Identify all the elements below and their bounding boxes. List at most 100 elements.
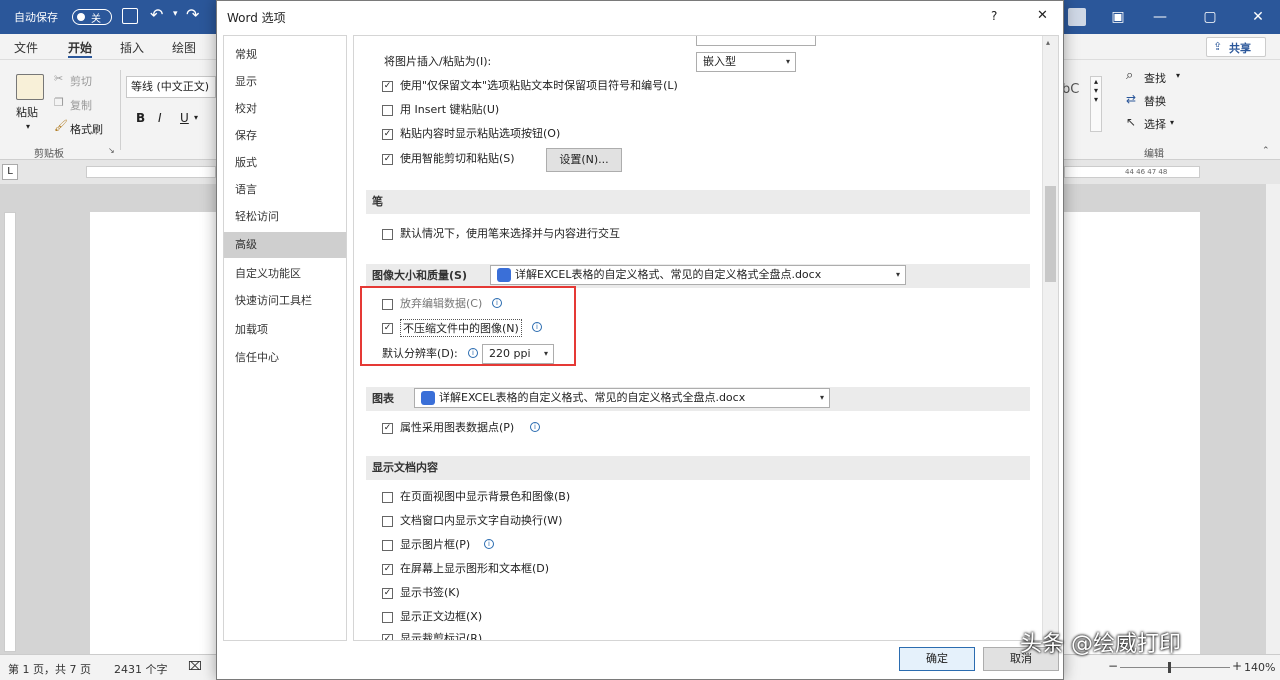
smart-cut-checkbox[interactable]: ✓	[382, 154, 393, 165]
info-icon: i	[484, 539, 494, 549]
scroll-thumb[interactable]	[1045, 186, 1056, 282]
tab-file[interactable]: 文件	[14, 39, 38, 56]
share-icon: ⇪	[1213, 40, 1223, 53]
no-compress-checkbox[interactable]: ✓	[382, 323, 393, 334]
tab-home[interactable]: 开始	[68, 39, 93, 58]
keep-bullets-checkbox[interactable]: ✓	[382, 81, 393, 92]
chart-props-checkbox[interactable]: ✓	[382, 423, 393, 434]
copy-label[interactable]: 复制	[70, 97, 92, 113]
underline-dropdown-icon[interactable]: ▾	[194, 113, 198, 122]
insert-key-checkbox[interactable]	[382, 105, 393, 116]
cut-off-combo[interactable]	[696, 36, 816, 46]
zoom-slider[interactable]	[1120, 667, 1230, 668]
zoom-thumb[interactable]	[1168, 662, 1171, 673]
ok-button[interactable]: 确定	[899, 647, 975, 671]
zoom-level[interactable]: 140%	[1244, 661, 1275, 674]
zoom-out-icon[interactable]: −	[1108, 659, 1118, 673]
select-label[interactable]: 选择	[1144, 116, 1166, 132]
crop-marks-checkbox[interactable]: ✓	[382, 634, 393, 640]
format-painter-icon[interactable]: 🖌	[54, 119, 68, 132]
paste-dropdown-icon[interactable]: ▾	[26, 122, 30, 131]
scroll-up-icon[interactable]: ▴	[1046, 38, 1050, 47]
redo-icon[interactable]: ↷	[186, 5, 199, 24]
clipboard-launcher-icon[interactable]: ↘	[108, 146, 115, 155]
cut-icon[interactable]: ✂	[54, 72, 63, 85]
font-name-combo[interactable]: 等线 (中文正文)	[126, 76, 216, 98]
cut-label[interactable]: 剪切	[70, 73, 92, 89]
find-icon[interactable]: ⌕	[1126, 68, 1133, 83]
close-window-icon[interactable]: ✕	[1248, 7, 1268, 27]
restore-icon[interactable]: ▢	[1200, 7, 1220, 27]
resolution-combo[interactable]: 220 ppi ▾	[482, 344, 554, 364]
bookmarks-checkbox[interactable]: ✓	[382, 588, 393, 599]
copy-icon[interactable]: ❐	[54, 96, 64, 109]
paste-picture-value: 嵌入型	[703, 55, 736, 68]
minimize-icon[interactable]: —	[1150, 7, 1170, 27]
share-button[interactable]: ⇪ 共享	[1206, 37, 1266, 57]
nav-display[interactable]: 显示	[224, 69, 346, 95]
find-label[interactable]: 查找	[1144, 70, 1166, 86]
italic-button[interactable]: I	[158, 111, 162, 125]
bold-button[interactable]: B	[136, 111, 145, 125]
nav-advanced[interactable]: 高级	[224, 232, 346, 258]
nav-accessibility[interactable]: 轻松访问	[224, 204, 346, 230]
chart-doc-combo[interactable]: 详解EXCEL表格的自定义格式、常见的自定义格式全盘点.docx ▾	[414, 388, 830, 408]
nav-customize-ribbon[interactable]: 自定义功能区	[224, 261, 346, 287]
replace-icon[interactable]: ⇄	[1126, 92, 1136, 106]
paste-picture-combo[interactable]: 嵌入型 ▾	[696, 52, 796, 72]
word-count[interactable]: 2431 个字	[114, 661, 168, 677]
text-bounds-checkbox[interactable]	[382, 612, 393, 623]
find-dropdown-icon[interactable]: ▾	[1176, 71, 1180, 80]
show-paste-btn-checkbox[interactable]: ✓	[382, 129, 393, 140]
paste-label[interactable]: 粘贴	[16, 104, 38, 120]
tab-stop-selector[interactable]: L	[2, 164, 18, 180]
settings-button[interactable]: 设置(N)...	[546, 148, 622, 172]
replace-label[interactable]: 替换	[1144, 93, 1166, 109]
autosave-toggle[interactable]: 关	[72, 9, 112, 25]
horizontal-ruler[interactable]	[86, 166, 216, 178]
placeholders-checkbox[interactable]	[382, 540, 393, 551]
nav-language[interactable]: 语言	[224, 177, 346, 203]
undo-icon[interactable]: ↶	[150, 5, 163, 24]
undo-dropdown-icon[interactable]: ▾	[173, 9, 178, 19]
horizontal-ruler-right[interactable]: 44 46 47 48	[1064, 166, 1200, 178]
tab-draw[interactable]: 绘图	[172, 39, 196, 56]
word-options-dialog: Word 选项 ? ✕ 常规 显示 校对 保存 版式 语言 轻松访问 高级 自定…	[216, 0, 1064, 680]
proofing-icon[interactable]: ⌧	[188, 659, 202, 673]
user-avatar-icon[interactable]	[1068, 8, 1086, 26]
format-painter-label[interactable]: 格式刷	[70, 121, 103, 137]
drawings-checkbox[interactable]: ✓	[382, 564, 393, 575]
save-icon[interactable]	[122, 8, 138, 24]
collapse-ribbon-icon[interactable]: ⌃	[1262, 146, 1270, 156]
select-dropdown-icon[interactable]: ▾	[1170, 118, 1174, 127]
vertical-ruler[interactable]	[4, 212, 16, 652]
share-label: 共享	[1229, 42, 1251, 55]
nav-quick-access-toolbar[interactable]: 快速访问工具栏	[224, 288, 346, 314]
nav-save[interactable]: 保存	[224, 123, 346, 149]
pen-select-checkbox[interactable]	[382, 229, 393, 240]
document-scrollbar[interactable]	[1266, 184, 1280, 654]
help-button[interactable]: ?	[991, 9, 997, 23]
underline-button[interactable]: U	[180, 111, 189, 125]
dialog-close-button[interactable]: ✕	[1037, 8, 1048, 23]
styles-scroll[interactable]: ▴ ▾ ▾	[1090, 76, 1102, 132]
nav-general[interactable]: 常规	[224, 42, 346, 68]
zoom-in-icon[interactable]: +	[1232, 659, 1242, 673]
keep-bullets-label: 使用"仅保留文本"选项粘贴文本时保留项目符号和编号(L)	[400, 79, 678, 92]
select-icon[interactable]: ↖	[1126, 115, 1136, 129]
tab-insert[interactable]: 插入	[120, 39, 144, 56]
wrap-checkbox[interactable]	[382, 516, 393, 527]
ribbon-display-icon[interactable]: ▣	[1108, 7, 1128, 27]
discard-edit-checkbox[interactable]	[382, 299, 393, 310]
nav-layout[interactable]: 版式	[224, 150, 346, 176]
nav-proofing[interactable]: 校对	[224, 96, 346, 122]
nav-trust-center[interactable]: 信任中心	[224, 345, 346, 371]
paste-icon[interactable]	[16, 74, 44, 100]
nav-add-ins[interactable]: 加载项	[224, 317, 346, 343]
options-scrollbar[interactable]: ▴	[1042, 36, 1058, 640]
options-nav: 常规 显示 校对 保存 版式 语言 轻松访问 高级 自定义功能区 快速访问工具栏…	[223, 35, 347, 641]
bg-colors-checkbox[interactable]	[382, 492, 393, 503]
styles-preview[interactable]: bC	[1062, 82, 1079, 97]
image-doc-combo[interactable]: 详解EXCEL表格的自定义格式、常见的自定义格式全盘点.docx ▾	[490, 265, 906, 285]
page-count[interactable]: 第 1 页，共 7 页	[8, 661, 91, 677]
